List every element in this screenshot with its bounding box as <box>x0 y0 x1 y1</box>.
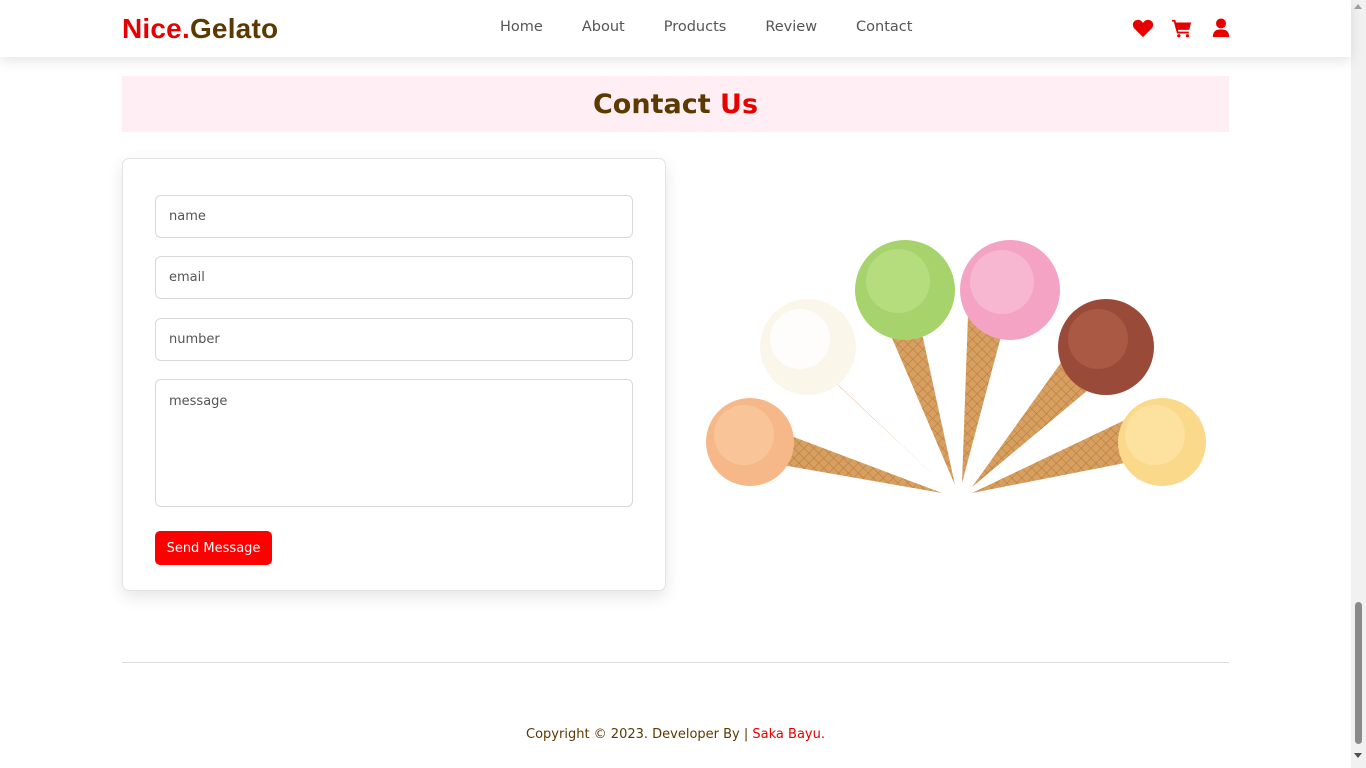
nav-products[interactable]: Products <box>664 19 727 35</box>
vertical-scrollbar[interactable] <box>1351 0 1366 768</box>
title-part2: Us <box>720 89 759 120</box>
main-nav: Home About Products Review Contact <box>500 19 951 35</box>
nav-contact[interactable]: Contact <box>856 19 912 35</box>
heart-icon[interactable] <box>1132 18 1154 40</box>
site-header: Nice.Gelato Home About Products Review C… <box>0 0 1351 57</box>
nav-about[interactable]: About <box>582 19 625 35</box>
footer-divider <box>122 662 1229 663</box>
copyright-text: Copyright © 2023. Developer By | <box>526 727 753 742</box>
logo-part2: Gelato <box>189 13 279 44</box>
logo[interactable]: Nice.Gelato <box>122 13 278 45</box>
name-input[interactable] <box>155 195 633 238</box>
nav-review[interactable]: Review <box>765 19 817 35</box>
scroll-up-arrow-icon[interactable] <box>1354 4 1362 9</box>
user-icon[interactable] <box>1210 18 1232 40</box>
title-part1: Contact <box>592 89 711 120</box>
section-title: Contact Us <box>122 76 1229 134</box>
page: Nice.Gelato Home About Products Review C… <box>0 0 1366 768</box>
scroll-down-arrow-icon[interactable] <box>1354 753 1362 758</box>
ice-cream-image <box>706 240 1206 493</box>
scroll-thumb[interactable] <box>1355 602 1362 744</box>
email-input[interactable] <box>155 256 633 299</box>
section-title-bar: Contact Us <box>122 76 1229 132</box>
number-input[interactable] <box>155 318 633 361</box>
developer-link[interactable]: Saka Bayu. <box>752 727 825 742</box>
cart-icon[interactable] <box>1171 18 1193 40</box>
footer: Copyright © 2023. Developer By | Saka Ba… <box>0 727 1351 742</box>
nav-home[interactable]: Home <box>500 19 543 35</box>
message-input[interactable] <box>155 379 633 507</box>
contact-form: Send Message <box>122 158 666 591</box>
logo-part1: Nice. <box>122 13 190 44</box>
send-message-button[interactable]: Send Message <box>155 531 272 565</box>
header-icons <box>1132 18 1249 40</box>
